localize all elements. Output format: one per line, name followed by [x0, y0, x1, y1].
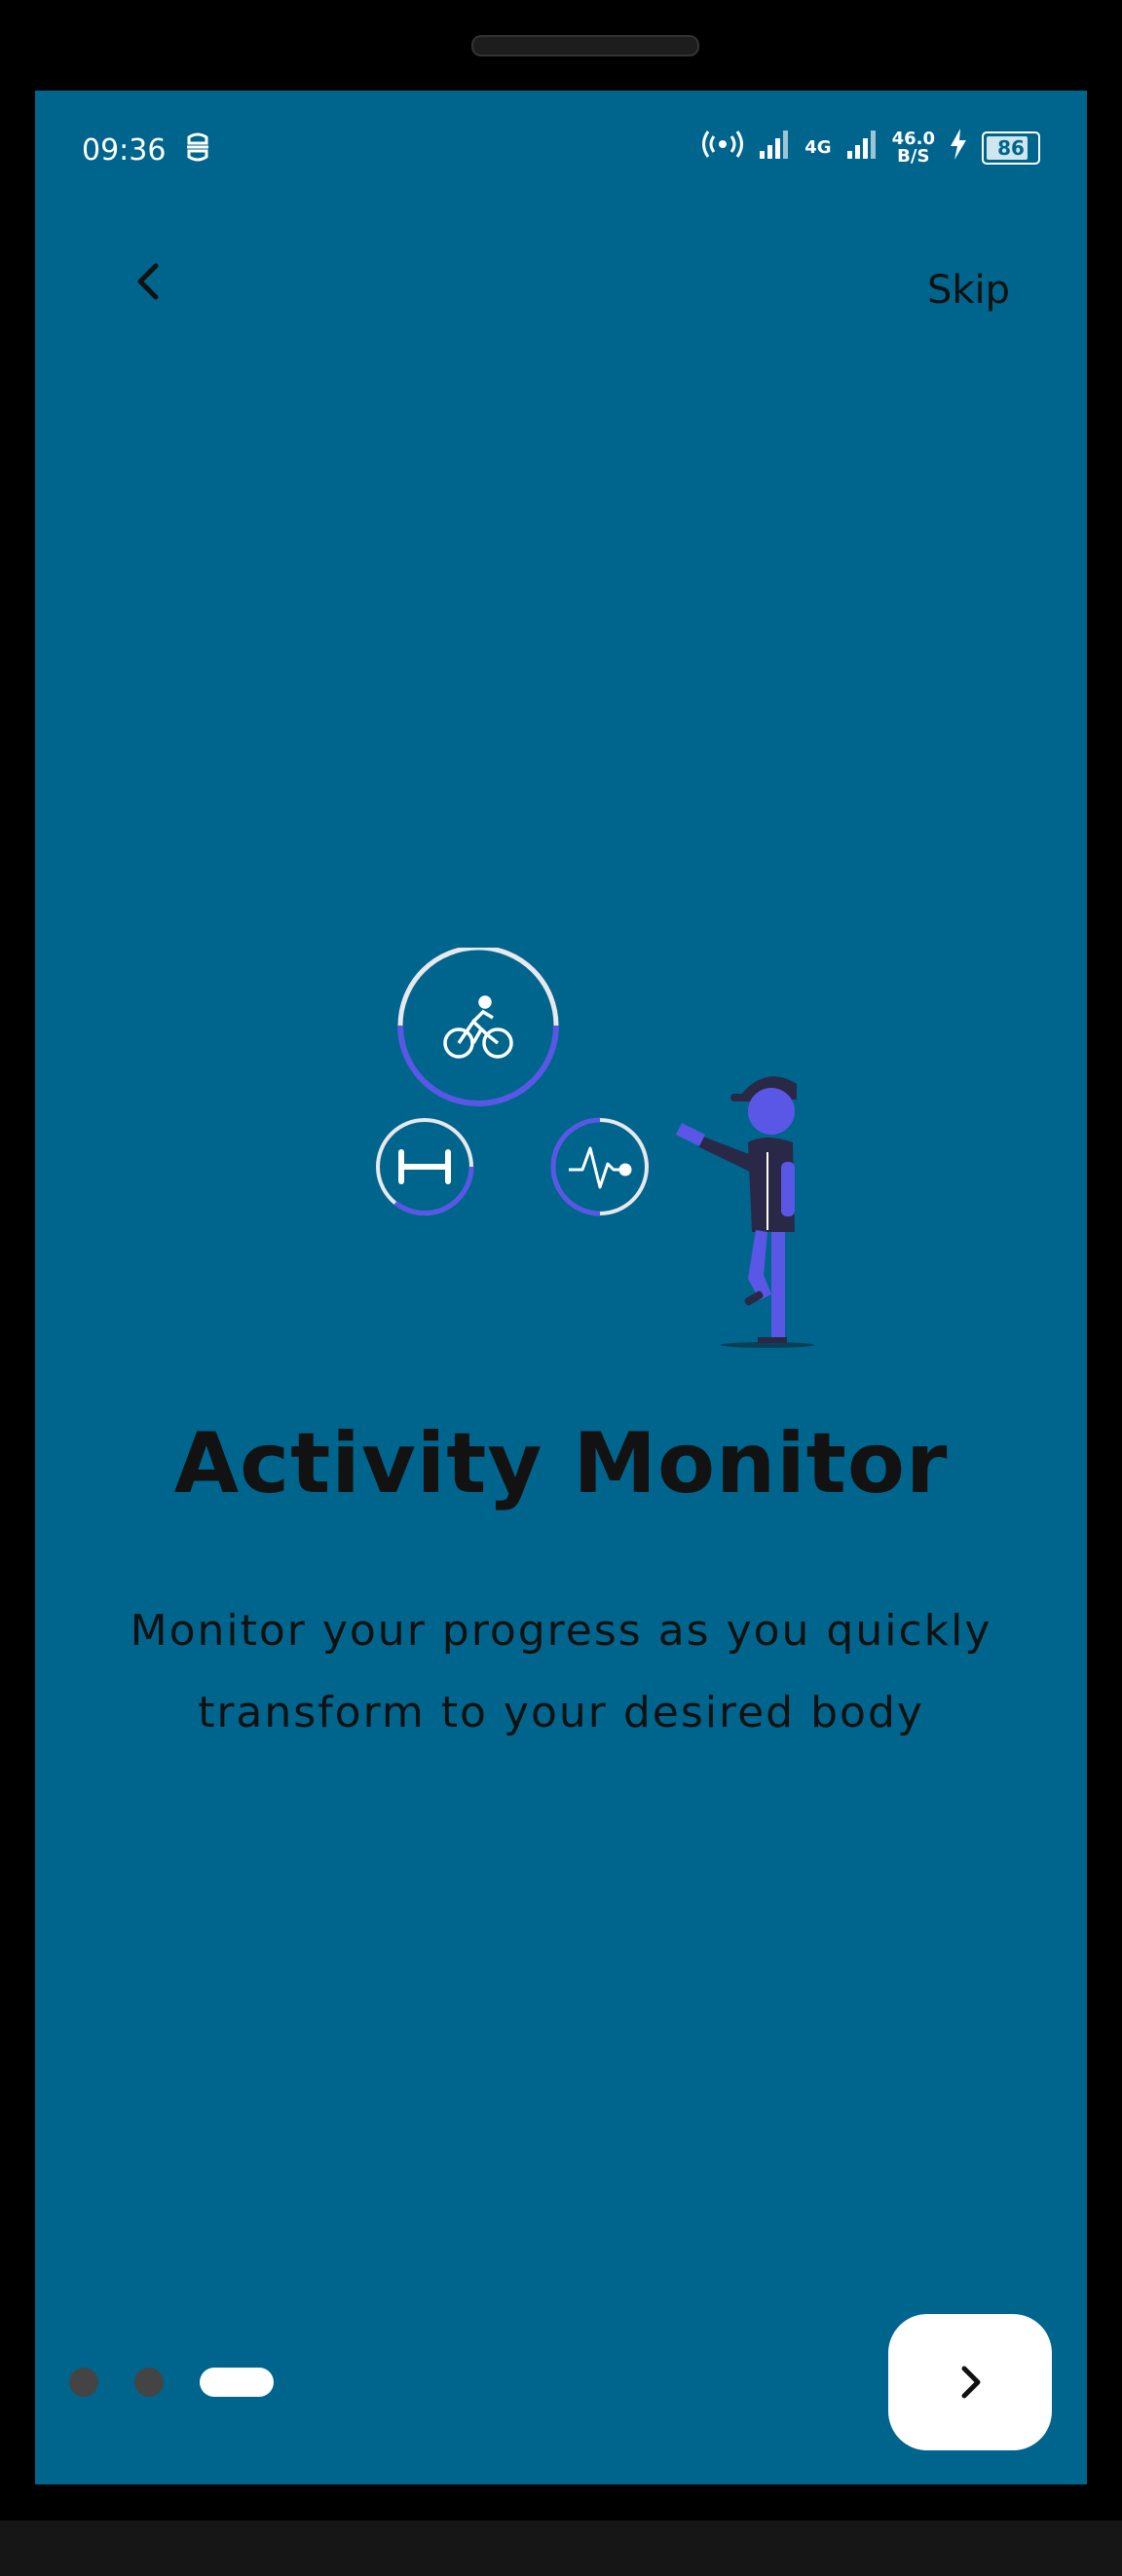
data-rate-unit: B/S — [897, 146, 930, 167]
page-dot-3-active[interactable] — [200, 2368, 274, 2397]
battery-icon: 86 — [982, 131, 1040, 165]
person-figure — [676, 1076, 814, 1348]
hotspot-icon — [701, 129, 744, 168]
status-right: 4G 46.0 B/S 86 — [701, 128, 1040, 168]
speaker-grille — [471, 35, 699, 56]
activity-illustration — [376, 948, 814, 1348]
notification-app-icon — [183, 130, 212, 172]
data-rate: 46.0 B/S — [892, 131, 935, 166]
next-button[interactable] — [888, 2314, 1052, 2450]
skip-button[interactable]: Skip — [927, 268, 1010, 313]
bicycle-icon — [443, 995, 513, 1059]
charging-icon — [949, 129, 968, 168]
dumbbell-icon — [398, 1149, 451, 1184]
back-icon — [137, 263, 159, 300]
next-arrow-icon — [961, 2366, 981, 2399]
page-dot-2[interactable] — [134, 2368, 164, 2397]
status-bar: 09:36 4G 46.0 B/S 86 — [35, 120, 1087, 178]
phone-chin — [0, 2520, 1122, 2576]
heartbeat-icon — [569, 1146, 632, 1189]
screen: 09:36 4G 46.0 B/S 86 Skip Activity Monit… — [35, 91, 1087, 2484]
heartbeat-progress-ring — [550, 1117, 649, 1216]
onboarding-description: Monitor your progress as you quickly tra… — [130, 1606, 992, 1737]
page-dot-1[interactable] — [69, 2368, 98, 2397]
battery-level: 86 — [997, 136, 1025, 160]
signal-icon-2 — [845, 128, 879, 168]
onboarding-title: Activity Monitor — [173, 1415, 949, 1512]
signal-icon — [758, 128, 791, 168]
status-time: 09:36 — [82, 133, 167, 168]
back-button[interactable] — [125, 256, 175, 307]
network-type: 4G — [804, 137, 832, 158]
phone-frame: 09:36 4G 46.0 B/S 86 Skip Activity Monit… — [0, 0, 1122, 2576]
